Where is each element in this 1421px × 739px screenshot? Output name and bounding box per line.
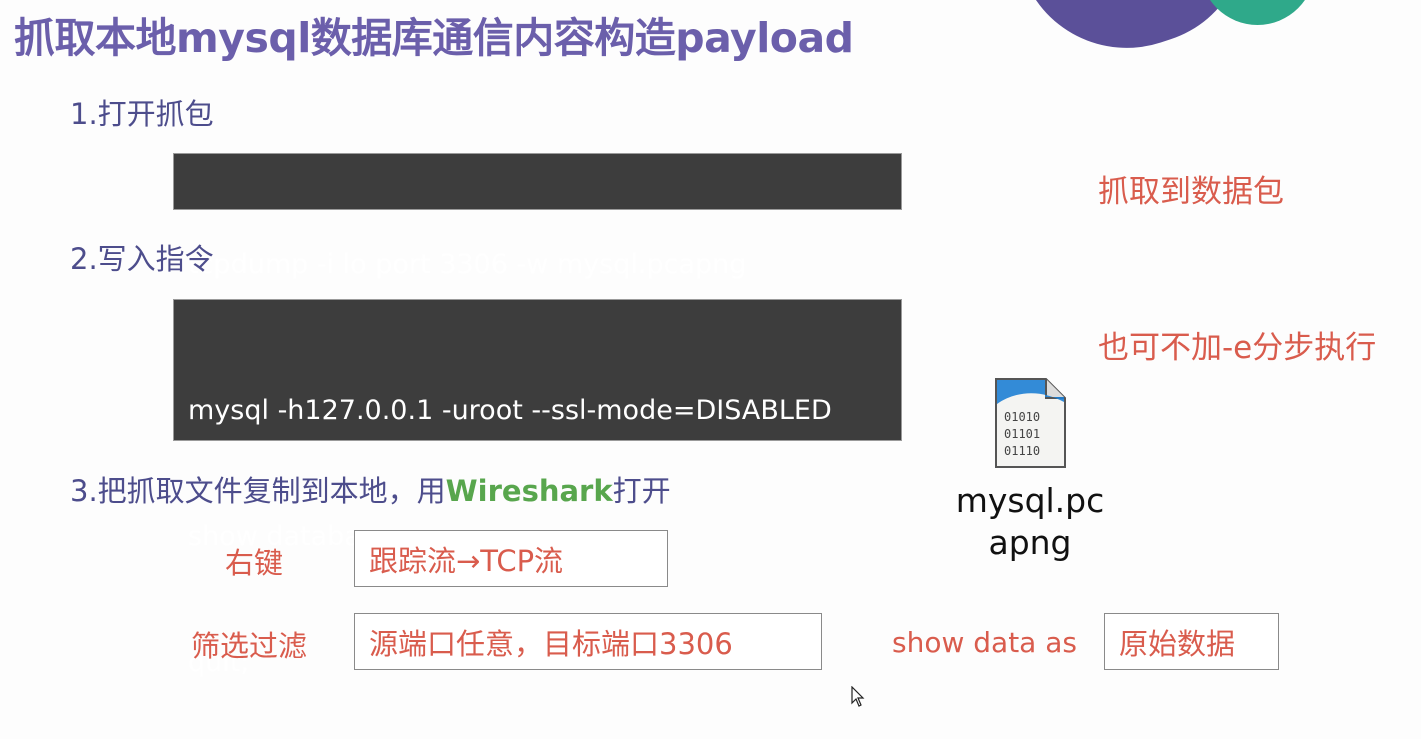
svg-text:01010: 01010 bbox=[1004, 410, 1040, 424]
raw-data-box: 原始数据 bbox=[1104, 613, 1279, 670]
step-1-heading: 1.打开抓包 bbox=[70, 97, 214, 131]
mouse-cursor-icon bbox=[851, 686, 865, 707]
decorative-green-shape bbox=[1200, 0, 1315, 25]
filter-condition-box: 源端口任意，目标端口3306 bbox=[354, 613, 822, 670]
note-step-execution: 也可不加-e分步执行 bbox=[1098, 330, 1377, 366]
binary-file-icon[interactable]: 01010 01101 01110 bbox=[992, 376, 1068, 470]
terminal-line: mysql -h127.0.0.1 -uroot --ssl-mode=DISA… bbox=[188, 395, 832, 426]
terminal-command-box-1: tcpdump -i lo port 3306 -w mysql.pcapng bbox=[173, 153, 902, 280]
svg-text:01110: 01110 bbox=[1004, 444, 1040, 458]
file-name-label[interactable]: mysql.pcapng bbox=[955, 480, 1105, 564]
filter-label: 筛选过滤 bbox=[191, 629, 308, 663]
terminal-command-box-2: mysql -h127.0.0.1 -uroot --ssl-mode=DISA… bbox=[173, 299, 902, 678]
step-3-suffix: 打开 bbox=[612, 474, 671, 508]
step-3-text: 3.把抓取文件复制到本地，用 bbox=[70, 474, 446, 508]
terminal-line: tcpdump -i lo port 3306 -w mysql.pcapng bbox=[188, 249, 747, 280]
svg-text:01101: 01101 bbox=[1004, 427, 1040, 441]
wireshark-highlight: Wireshark bbox=[445, 474, 613, 508]
step-3-heading: 3.把抓取文件复制到本地，用Wireshark打开 bbox=[70, 468, 671, 510]
follow-stream-box: 跟踪流→TCP流 bbox=[354, 530, 668, 587]
right-click-label: 右键 bbox=[225, 546, 284, 580]
slide-title: 抓取本地mysql数据库通信内容构造payload bbox=[14, 14, 854, 62]
show-data-as-label: show data as bbox=[892, 626, 1077, 659]
step-2-heading: 2.写入指令 bbox=[70, 242, 214, 276]
note-capture-packets: 抓取到数据包 bbox=[1098, 174, 1284, 210]
